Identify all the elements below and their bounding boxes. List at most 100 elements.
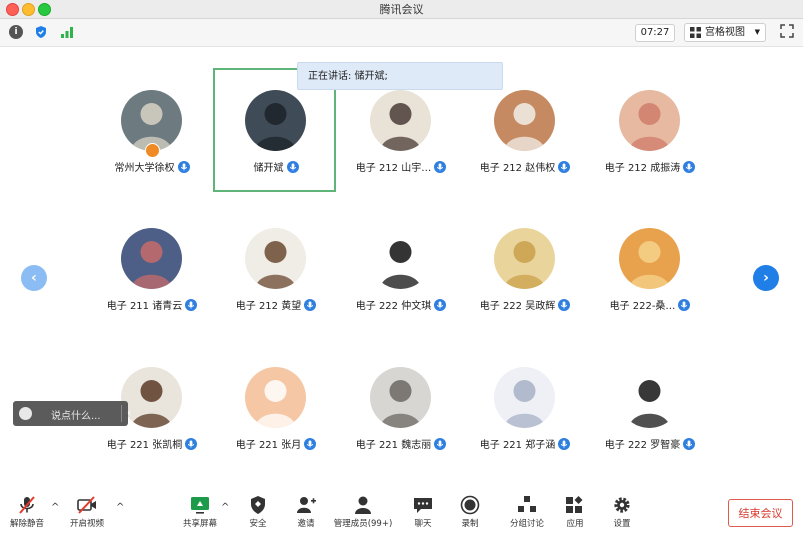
participant-name-row: 电子 212 山宇… <box>329 159 473 174</box>
avatar <box>245 228 306 289</box>
info-icon[interactable]: i <box>9 25 23 39</box>
participant-tile[interactable]: 电子 222-桑… <box>588 228 712 328</box>
toolbar-record-button[interactable]: 录制 <box>440 490 500 533</box>
toolbar-video-off-button[interactable]: 开启视频 <box>57 490 117 533</box>
participant-tile[interactable]: 电子 212 山宇… <box>339 90 463 190</box>
participant-name-row: 电子 221 张凯桐 <box>80 436 224 451</box>
participant-name-row: 电子 222 吴政辉 <box>453 297 597 312</box>
participant-tile[interactable]: 电子 222 吴政辉 <box>463 228 587 328</box>
mic-muted-icon <box>16 495 38 515</box>
microphone-icon <box>434 299 447 311</box>
participant-name: 储开斌 <box>253 163 284 174</box>
participant-name: 电子 221 张凯桐 <box>106 440 183 451</box>
avatar <box>494 228 555 289</box>
participant-name: 电子 221 魏志丽 <box>355 440 432 451</box>
toolbar-label: 解除静音 <box>9 519 44 529</box>
toolbar-members-button[interactable]: 管理成员(99+) <box>333 490 393 533</box>
chat-quick-input[interactable]: 说点什么... ‹ <box>13 401 131 426</box>
participant-name: 电子 212 成振涛 <box>604 163 681 174</box>
chevron-up-icon[interactable]: ^ <box>116 503 124 513</box>
chat-placeholder: 说点什么... <box>51 411 101 422</box>
divider <box>121 405 122 422</box>
participant-tile[interactable]: 电子 222 仲文琪 <box>339 228 463 328</box>
participant-tile[interactable]: 电子 222 罗智豪 <box>588 367 712 467</box>
chat-icon <box>412 495 434 515</box>
fullscreen-icon[interactable] <box>780 24 794 38</box>
avatar <box>370 90 431 151</box>
microphone-icon <box>558 299 571 311</box>
participant-tile[interactable]: 电子 221 魏志丽 <box>339 367 463 467</box>
avatar <box>245 90 306 151</box>
microphone-icon <box>304 299 317 311</box>
record-icon <box>459 495 481 515</box>
video-off-icon <box>76 495 98 515</box>
microphone-icon <box>177 161 190 173</box>
apps-icon <box>564 495 586 515</box>
participant-name-row: 常州大学徐权 <box>80 159 224 174</box>
participant-name-row: 电子 222-桑… <box>578 297 722 312</box>
network-signal-icon[interactable] <box>60 25 74 39</box>
microphone-icon <box>683 438 696 450</box>
participant-tile[interactable]: 储开斌 <box>214 90 338 190</box>
microphone-icon <box>434 438 447 450</box>
participant-tile[interactable]: 常州大学徐权 <box>90 90 214 190</box>
toolbar-label: 邀请 <box>297 519 315 529</box>
breakout-icon <box>516 495 538 515</box>
toolbar-label: 共享屏幕 <box>182 519 217 529</box>
chevron-up-icon[interactable]: ^ <box>51 503 59 513</box>
invite-icon <box>295 495 317 515</box>
members-icon <box>352 495 374 515</box>
microphone-icon <box>286 161 299 173</box>
toolbar-mic-muted-button[interactable]: 解除静音 <box>0 490 57 533</box>
avatar <box>494 90 555 151</box>
toolbar-gear-button[interactable]: 设置 <box>592 490 652 533</box>
emoji-icon[interactable] <box>19 407 32 420</box>
toolbar-label: 设置 <box>613 519 631 529</box>
previous-page-button[interactable]: ‹ <box>21 265 47 291</box>
participant-name: 电子 222 罗智豪 <box>604 440 681 451</box>
participant-name-row: 储开斌 <box>204 159 348 174</box>
end-meeting-button[interactable]: 结束会议 <box>728 499 793 527</box>
participant-name: 电子 211 诸青云 <box>106 301 183 312</box>
participant-name: 电子 222 仲文琪 <box>355 301 432 312</box>
participant-tile[interactable]: 电子 221 张月 <box>214 367 338 467</box>
participant-tile[interactable]: 电子 212 成振涛 <box>588 90 712 190</box>
microphone-icon <box>185 438 198 450</box>
microphone-icon <box>185 299 198 311</box>
avatar <box>619 367 680 428</box>
toolbar-label: 开启视频 <box>69 519 104 529</box>
chevron-down-icon: ▼ <box>754 28 760 36</box>
view-mode-select[interactable]: 宫格视图 ▼ <box>684 23 766 42</box>
chevron-left-icon[interactable]: ‹ <box>127 406 131 419</box>
security-shield-icon[interactable] <box>34 25 48 39</box>
microphone-icon <box>678 299 691 311</box>
window-title: 腾讯会议 <box>379 3 424 16</box>
gear-icon <box>611 495 633 515</box>
title-bar: 腾讯会议 <box>0 0 803 19</box>
avatar <box>619 90 680 151</box>
participant-name: 电子 221 张月 <box>235 440 302 451</box>
top-toolbar: i 07:27 宫格视图 ▼ <box>0 19 803 47</box>
microphone-icon <box>558 438 571 450</box>
participant-name: 电子 212 山宇… <box>355 163 432 174</box>
avatar <box>370 228 431 289</box>
toolbar-invite-button[interactable]: 邀请 <box>276 490 336 533</box>
participant-name: 电子 222 吴政辉 <box>479 301 556 312</box>
chevron-up-icon[interactable]: ^ <box>221 503 229 513</box>
microphone-icon <box>304 438 317 450</box>
avatar <box>494 367 555 428</box>
participant-name: 常州大学徐权 <box>114 163 175 174</box>
shield-icon <box>247 495 269 515</box>
participant-name-row: 电子 221 张月 <box>204 436 348 451</box>
avatar <box>245 367 306 428</box>
grid-view-icon <box>690 27 701 38</box>
avatar <box>121 228 182 289</box>
participant-tile[interactable]: 电子 212 赵伟权 <box>463 90 587 190</box>
view-mode-label: 宫格视图 <box>705 27 745 38</box>
participant-name-row: 电子 222 罗智豪 <box>578 436 722 451</box>
participant-name-row: 电子 222 仲文琪 <box>329 297 473 312</box>
participant-tile[interactable]: 电子 211 诸青云 <box>90 228 214 328</box>
next-page-button[interactable]: › <box>753 265 779 291</box>
participant-tile[interactable]: 电子 221 郑子涵 <box>463 367 587 467</box>
participant-tile[interactable]: 电子 212 黄望 <box>214 228 338 328</box>
